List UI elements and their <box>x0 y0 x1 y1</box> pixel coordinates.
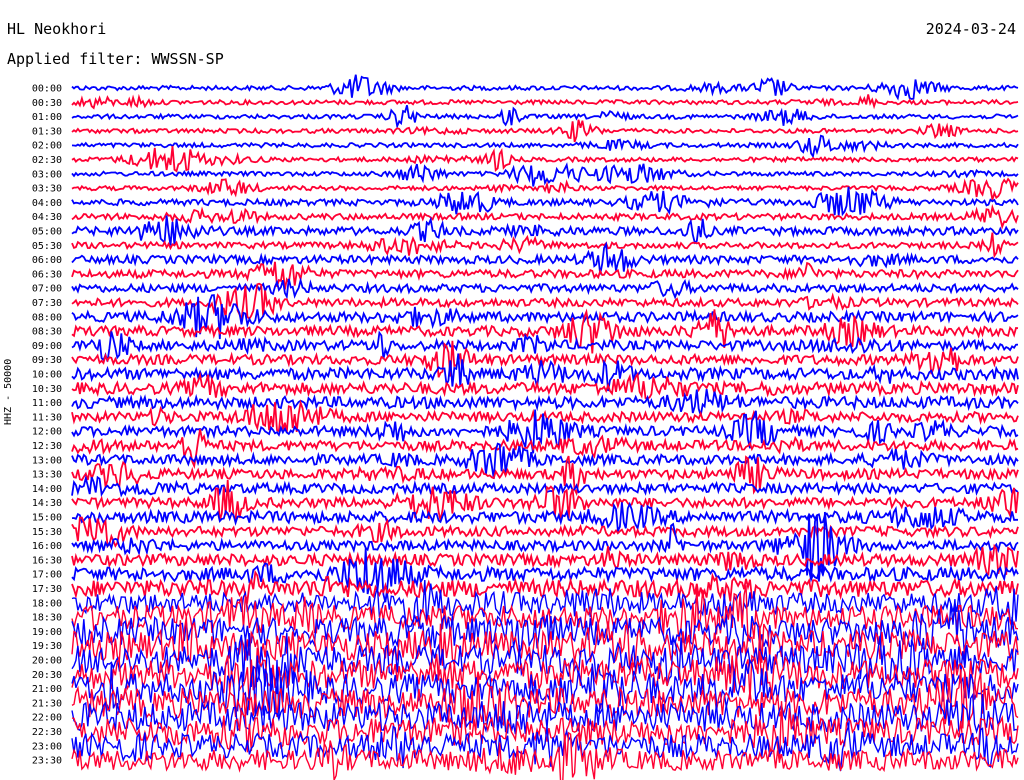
row-time-label: 17:00 <box>32 570 62 581</box>
row-time-label: 12:30 <box>32 441 62 452</box>
seismic-trace-0030 <box>71 93 1019 110</box>
row-time-label: 23:00 <box>32 741 62 752</box>
seismic-trace-1400 <box>71 474 1019 498</box>
row-time-label: 11:30 <box>32 412 62 423</box>
row-time-label: 16:30 <box>32 555 62 566</box>
row-time-label: 16:00 <box>32 541 62 552</box>
row-time-label: 05:30 <box>32 241 62 252</box>
row-time-label: 10:30 <box>32 384 62 395</box>
helicorder-plot: 00:00 00:30 01:00 01:30 02:00 02:30 03:00 03:30… <box>32 74 1019 780</box>
row-time-label: 20:00 <box>32 656 62 667</box>
row-time-label: 07:00 <box>32 284 62 295</box>
row-time-label: 09:30 <box>32 355 62 366</box>
row-time-label: 23:30 <box>32 756 62 767</box>
row-time-label: 19:00 <box>32 627 62 638</box>
seismic-trace-0130 <box>71 119 1019 143</box>
row-time-label: 15:00 <box>32 513 62 524</box>
seismic-trace-0100 <box>71 105 1019 130</box>
row-time-label: 00:00 <box>32 84 62 95</box>
seismic-trace-0200 <box>71 134 1019 159</box>
seismic-trace-1530 <box>71 516 1019 549</box>
row-time-label: 03:00 <box>32 169 62 180</box>
row-time-label: 06:30 <box>32 269 62 280</box>
row-time-label: 00:30 <box>32 98 62 109</box>
row-time-label: 06:00 <box>32 255 62 266</box>
row-time-label: 10:00 <box>32 370 62 381</box>
row-time-label: 03:30 <box>32 184 62 195</box>
row-time-label: 04:30 <box>32 212 62 223</box>
row-time-label: 01:00 <box>32 112 62 123</box>
row-time-label: 02:30 <box>32 155 62 166</box>
row-time-label: 09:00 <box>32 341 62 352</box>
row-time-label: 15:30 <box>32 527 62 538</box>
row-time-label: 14:30 <box>32 498 62 509</box>
row-time-label: 11:00 <box>32 398 62 409</box>
row-time-label: 08:00 <box>32 312 62 323</box>
seismic-trace-0300 <box>71 162 1019 187</box>
row-time-label: 19:30 <box>32 641 62 652</box>
row-time-label: 08:30 <box>32 327 62 338</box>
row-time-label: 05:00 <box>32 227 62 238</box>
row-time-label: 04:00 <box>32 198 62 209</box>
row-time-label: 22:30 <box>32 727 62 738</box>
row-time-label: 01:30 <box>32 126 62 137</box>
row-time-label: 22:00 <box>32 713 62 724</box>
row-time-label: 13:00 <box>32 455 62 466</box>
row-time-label: 18:30 <box>32 613 62 624</box>
row-time-label: 14:00 <box>32 484 62 495</box>
seismic-trace-0430 <box>71 203 1019 230</box>
row-time-label: 21:30 <box>32 698 62 709</box>
row-time-label: 13:30 <box>32 470 62 481</box>
seismic-trace-0000 <box>71 74 1019 101</box>
row-time-label: 21:00 <box>32 684 62 695</box>
row-time-label: 07:30 <box>32 298 62 309</box>
seismic-trace-0500 <box>71 215 1019 246</box>
row-time-label: 17:30 <box>32 584 62 595</box>
row-time-label: 18:00 <box>32 598 62 609</box>
row-time-label: 12:00 <box>32 427 62 438</box>
row-time-label: 02:00 <box>32 141 62 152</box>
row-time-label: 20:30 <box>32 670 62 681</box>
